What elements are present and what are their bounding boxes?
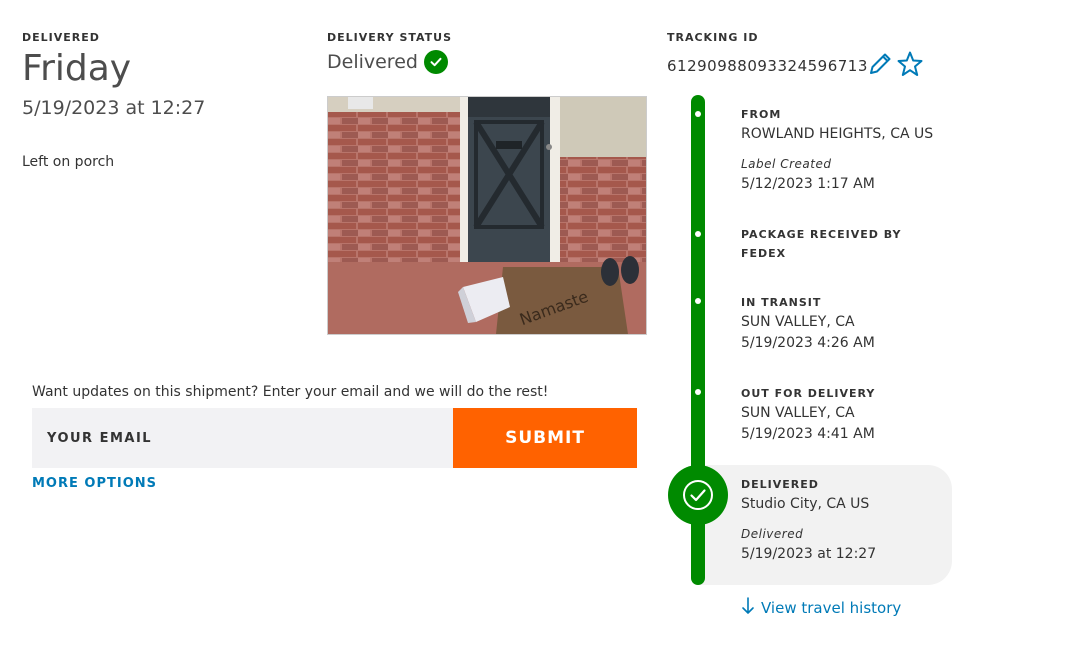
submit-button[interactable]: SUBMIT: [453, 408, 637, 468]
event-time: 5/12/2023 1:17 AM: [741, 176, 875, 192]
email-input[interactable]: YOUR EMAIL: [32, 408, 453, 468]
arrow-down-icon: [741, 597, 755, 619]
timeline-dot: [695, 231, 701, 237]
event-time: 5/19/2023 at 12:27: [741, 546, 877, 562]
delivery-status: Delivered: [327, 50, 448, 74]
event-title: PACKAGE RECEIVED BY FEDEX: [741, 228, 902, 260]
delivery-status-label: DELIVERY STATUS: [327, 31, 453, 44]
delivered-event-card: [698, 465, 952, 585]
event-time: 5/19/2023 4:41 AM: [741, 426, 875, 442]
event-title: OUT FOR DELIVERY: [741, 387, 876, 400]
event-location: ROWLAND HEIGHTS, CA US: [741, 126, 934, 142]
delivery-datetime: 5/19/2023 at 12:27: [22, 97, 206, 119]
pencil-icon[interactable]: [867, 51, 893, 81]
tracking-id-label: TRACKING ID: [667, 31, 759, 44]
more-options-link[interactable]: MORE OPTIONS: [32, 476, 157, 491]
event-status: Label Created: [741, 157, 832, 171]
timeline-dot: [695, 389, 701, 395]
star-outline-icon[interactable]: [896, 50, 924, 82]
email-prompt: Want updates on this shipment? Enter you…: [32, 384, 549, 400]
event-location: Studio City, CA US: [741, 496, 870, 512]
delivery-status-value: Delivered: [327, 51, 418, 73]
event-location: SUN VALLEY, CA: [741, 405, 855, 421]
event-time: 5/19/2023 4:26 AM: [741, 335, 875, 351]
event-title: FROM: [741, 108, 782, 121]
timeline-dot: [695, 298, 701, 304]
delivery-note: Left on porch: [22, 154, 115, 170]
delivery-photo[interactable]: Namaste: [327, 96, 647, 335]
event-title: IN TRANSIT: [741, 296, 822, 309]
check-circle-icon: [423, 50, 448, 74]
timeline-dot: [695, 111, 701, 117]
view-travel-history-link[interactable]: View travel history: [741, 597, 901, 619]
tracking-id-value[interactable]: 612909880933245967​13: [667, 57, 868, 75]
event-status: Delivered: [741, 527, 804, 541]
view-travel-history-label: View travel history: [761, 599, 902, 617]
delivered-check-icon: [668, 465, 728, 525]
event-title: DELIVERED: [741, 478, 819, 491]
delivery-day: Friday: [22, 48, 132, 89]
event-location: SUN VALLEY, CA: [741, 314, 855, 330]
delivered-label: DELIVERED: [22, 31, 100, 44]
